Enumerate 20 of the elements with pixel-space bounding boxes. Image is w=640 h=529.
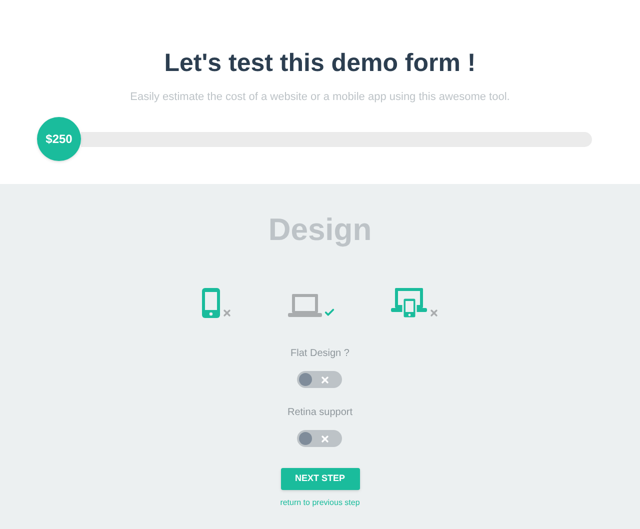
device-option[interactable] (390, 288, 438, 318)
device-option[interactable] (202, 288, 232, 318)
close-icon (320, 434, 330, 444)
device-option[interactable] (288, 294, 334, 318)
close-icon (222, 308, 232, 318)
close-icon (320, 374, 330, 384)
close-icon (428, 308, 438, 318)
toggle-switch[interactable] (297, 371, 342, 388)
page-subtitle: Easily estimate the cost of a website or a mobile app using this awesome tool. (130, 90, 510, 105)
laptop-icon (288, 294, 322, 318)
option-label: Retina support (287, 406, 353, 420)
page-title: Let's test this demo form ! (164, 48, 476, 79)
check-icon (324, 307, 334, 318)
toggle-switch[interactable] (297, 430, 342, 447)
slider-thumb[interactable]: $250 (37, 117, 81, 161)
laptop-and-phone-icon (390, 288, 426, 318)
previous-step-link[interactable]: return to previous step (280, 497, 360, 509)
next-step-button[interactable]: NEXT STEP (280, 468, 360, 490)
phone-icon (202, 288, 220, 318)
option-label: Flat Design ? (290, 347, 350, 361)
